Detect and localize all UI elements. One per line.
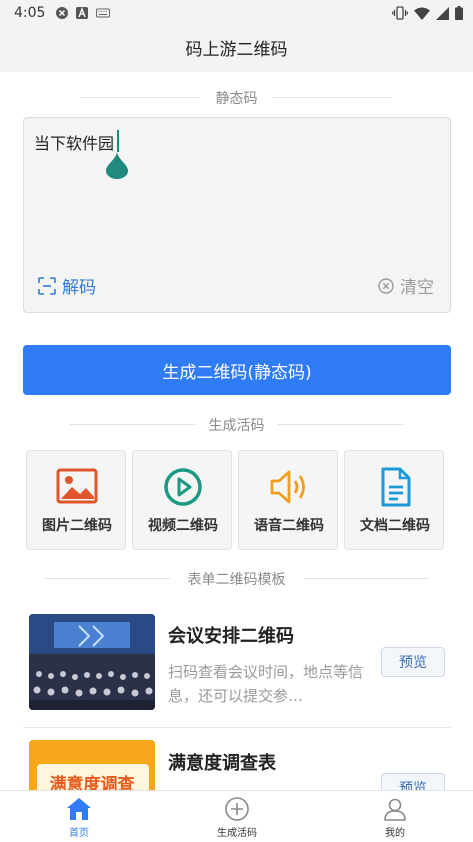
keyboard-icon [96, 8, 110, 18]
status-left-icons [56, 7, 110, 19]
template-title: 会议安排二维码 [168, 626, 294, 647]
plus-circle-icon [225, 797, 249, 821]
vibrate-icon [392, 6, 408, 20]
dynamic-section-divider: 生成活码 [0, 414, 473, 434]
clear-button[interactable]: 清空 [378, 273, 434, 298]
templates-section-label: 表单二维码模板 [187, 572, 286, 588]
document-qr-tile[interactable]: 文档二维码 [344, 450, 444, 550]
video-qr-tile[interactable]: 视频二维码 [132, 450, 232, 550]
template-description: 扫码查看会议时间，地点等信息，还可以提交参… [168, 663, 364, 705]
page-title: 码上游二维码 [185, 40, 288, 60]
image-icon [56, 468, 98, 504]
decode-button[interactable]: 解码 [38, 273, 96, 298]
template-item-meeting[interactable]: 会议安排二维码 扫码查看会议时间，地点等信息，还可以提交参… 预览 [0, 614, 473, 734]
tile-label: 语音二维码 [254, 518, 324, 534]
app-header: 码上游二维码 [0, 28, 473, 72]
dynamic-section-label: 生成活码 [208, 418, 265, 434]
nav-profile[interactable]: 我的 [316, 791, 473, 842]
static-section-label: 静态码 [215, 91, 258, 107]
tile-label: 图片二维码 [42, 518, 112, 534]
tile-label: 文档二维码 [360, 518, 430, 534]
tile-label: 视频二维码 [148, 518, 218, 534]
preview-button[interactable]: 预览 [381, 773, 445, 790]
nav-generate[interactable]: 生成活码 [158, 791, 316, 842]
status-time: 4:05 [14, 5, 46, 21]
decode-label: 解码 [62, 278, 96, 298]
text-cursor [117, 130, 119, 152]
nav-home[interactable]: 首页 [0, 791, 158, 842]
templates-section-divider: 表单二维码模板 [0, 568, 473, 588]
document-icon [381, 467, 411, 507]
nav-label: 生成活码 [217, 828, 257, 839]
clear-label: 清空 [400, 278, 434, 298]
close-circle-icon [378, 277, 394, 294]
a-notification-icon [76, 7, 88, 19]
preview-button[interactable]: 预览 [381, 647, 445, 677]
battery-icon [455, 6, 463, 20]
play-circle-icon [164, 468, 202, 506]
cursor-handle-icon[interactable] [106, 151, 128, 179]
status-bar: 4:05 [0, 0, 473, 28]
template-title: 满意度调查表 [168, 753, 276, 774]
generate-static-qr-button[interactable]: 生成二维码(静态码) [23, 345, 451, 395]
home-icon [67, 798, 91, 820]
satisfaction-thumbnail: 满意度调查 [29, 740, 155, 790]
meeting-thumbnail [29, 614, 155, 710]
signal-icon [436, 6, 449, 20]
scan-icon [38, 276, 56, 295]
divider-line-right [278, 424, 403, 425]
static-section-divider: 静态码 [0, 87, 473, 107]
divider-line-right [304, 578, 429, 579]
dynamic-code-tiles: 图片二维码 视频二维码 语音二维码 文档二维码 [26, 450, 446, 550]
block-notification-icon [56, 7, 68, 19]
bottom-navigation: 首页 生成活码 我的 [0, 790, 473, 842]
template-item-satisfaction[interactable]: 满意度调查 满意度调查表 预览 [0, 740, 473, 790]
qr-content-text[interactable]: 当下软件园 [34, 130, 114, 154]
image-qr-tile[interactable]: 图片二维码 [26, 450, 126, 550]
row-divider [23, 727, 451, 728]
speaker-icon [270, 470, 305, 504]
user-icon [384, 798, 406, 821]
audio-qr-tile[interactable]: 语音二维码 [238, 450, 338, 550]
qr-content-input[interactable]: 当下软件园 解码 清空 [23, 117, 451, 313]
thumbnail-text: 满意度调查 [49, 775, 135, 790]
wifi-icon [414, 7, 430, 20]
status-right-icons [392, 6, 463, 20]
divider-line-right [272, 97, 392, 98]
nav-label: 我的 [385, 828, 405, 839]
nav-label: 首页 [69, 828, 89, 839]
